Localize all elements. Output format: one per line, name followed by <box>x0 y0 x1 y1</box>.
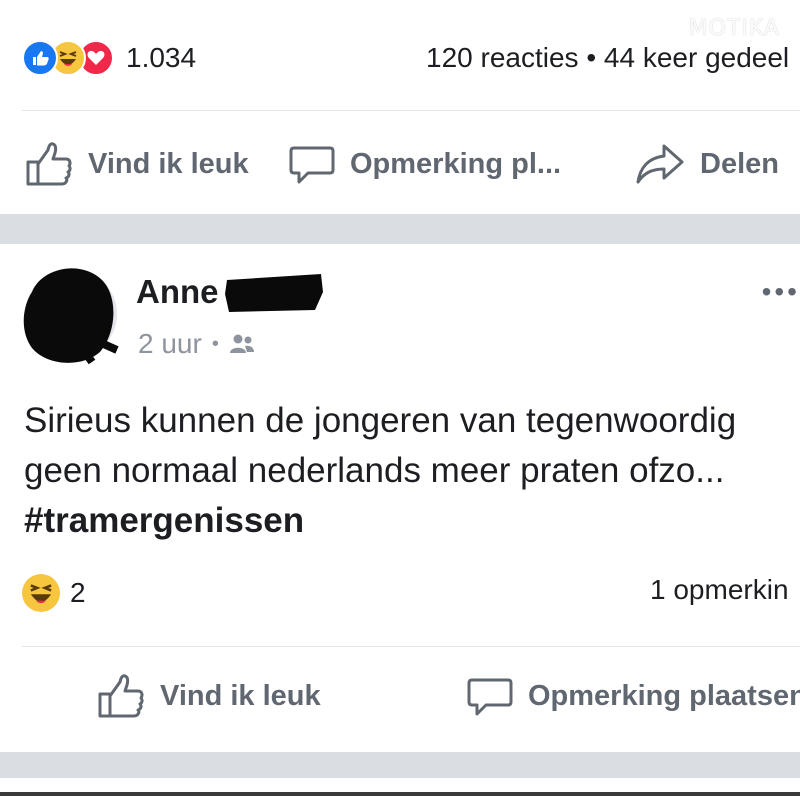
comment-label: Opmerking pl... <box>350 147 562 180</box>
thumbs-up-icon <box>98 674 144 718</box>
divider <box>22 110 800 111</box>
like-button[interactable]: Vind ik leuk <box>24 140 249 188</box>
author-name[interactable]: Anne <box>136 272 325 312</box>
comment-button[interactable]: Opmerking plaatsen <box>466 672 800 720</box>
reaction-icons[interactable] <box>22 40 114 76</box>
like-button[interactable]: Vind ik leuk <box>96 672 321 720</box>
reaction-count[interactable]: 1.034 <box>126 42 196 74</box>
feed-separator <box>0 214 800 244</box>
comments-shares-count[interactable]: 120 reacties • 44 keer gedeel <box>426 42 789 74</box>
bottom-border <box>0 792 800 796</box>
comment-button[interactable]: Opmerking pl... <box>288 140 561 188</box>
post2-reaction-count[interactable]: 2 <box>70 577 86 609</box>
post2-action-bar: Vind ik leuk Opmerking plaatsen <box>0 666 800 726</box>
like-icon <box>22 40 58 76</box>
haha-icon <box>22 574 60 612</box>
post-text-line-2: geen normaal nederlands meer praten ofzo… <box>24 451 725 490</box>
author-first-name[interactable]: Anne <box>136 273 219 311</box>
like-label: Vind ik leuk <box>160 679 321 712</box>
post-body: Sirieus kunnen de jongeren van tegenwoor… <box>24 396 800 546</box>
comment-label: Opmerking plaatsen <box>528 679 800 712</box>
share-button[interactable]: Delen <box>634 140 779 188</box>
post1-action-bar: Vind ik leuk Opmerking pl... Delen <box>0 132 800 192</box>
like-label: Vind ik leuk <box>88 147 249 180</box>
thumbs-up-icon <box>26 142 72 186</box>
post-meta: 2 uur • <box>138 328 255 360</box>
comment-icon <box>467 678 513 716</box>
post-time[interactable]: 2 uur <box>138 328 202 360</box>
post2-comments-count[interactable]: 1 opmerkin <box>650 574 789 606</box>
comment-icon <box>289 146 335 184</box>
hashtag-link[interactable]: #tramergenissen <box>24 496 800 546</box>
redaction-mark <box>224 274 323 312</box>
friends-icon[interactable] <box>229 333 255 355</box>
share-icon <box>636 144 684 184</box>
post-text-line-1: Sirieus kunnen de jongeren van tegenwoor… <box>24 401 737 440</box>
divider <box>22 646 800 647</box>
more-options-icon[interactable]: ••• <box>762 276 800 308</box>
share-label: Delen <box>700 147 779 180</box>
avatar[interactable] <box>22 262 120 366</box>
post2-reactions-summary[interactable]: 2 <box>22 574 86 612</box>
reactions-summary[interactable]: 1.034 120 reacties • 44 keer gedeel <box>22 30 800 86</box>
feed-separator <box>0 752 800 778</box>
meta-dot: • <box>211 332 219 355</box>
